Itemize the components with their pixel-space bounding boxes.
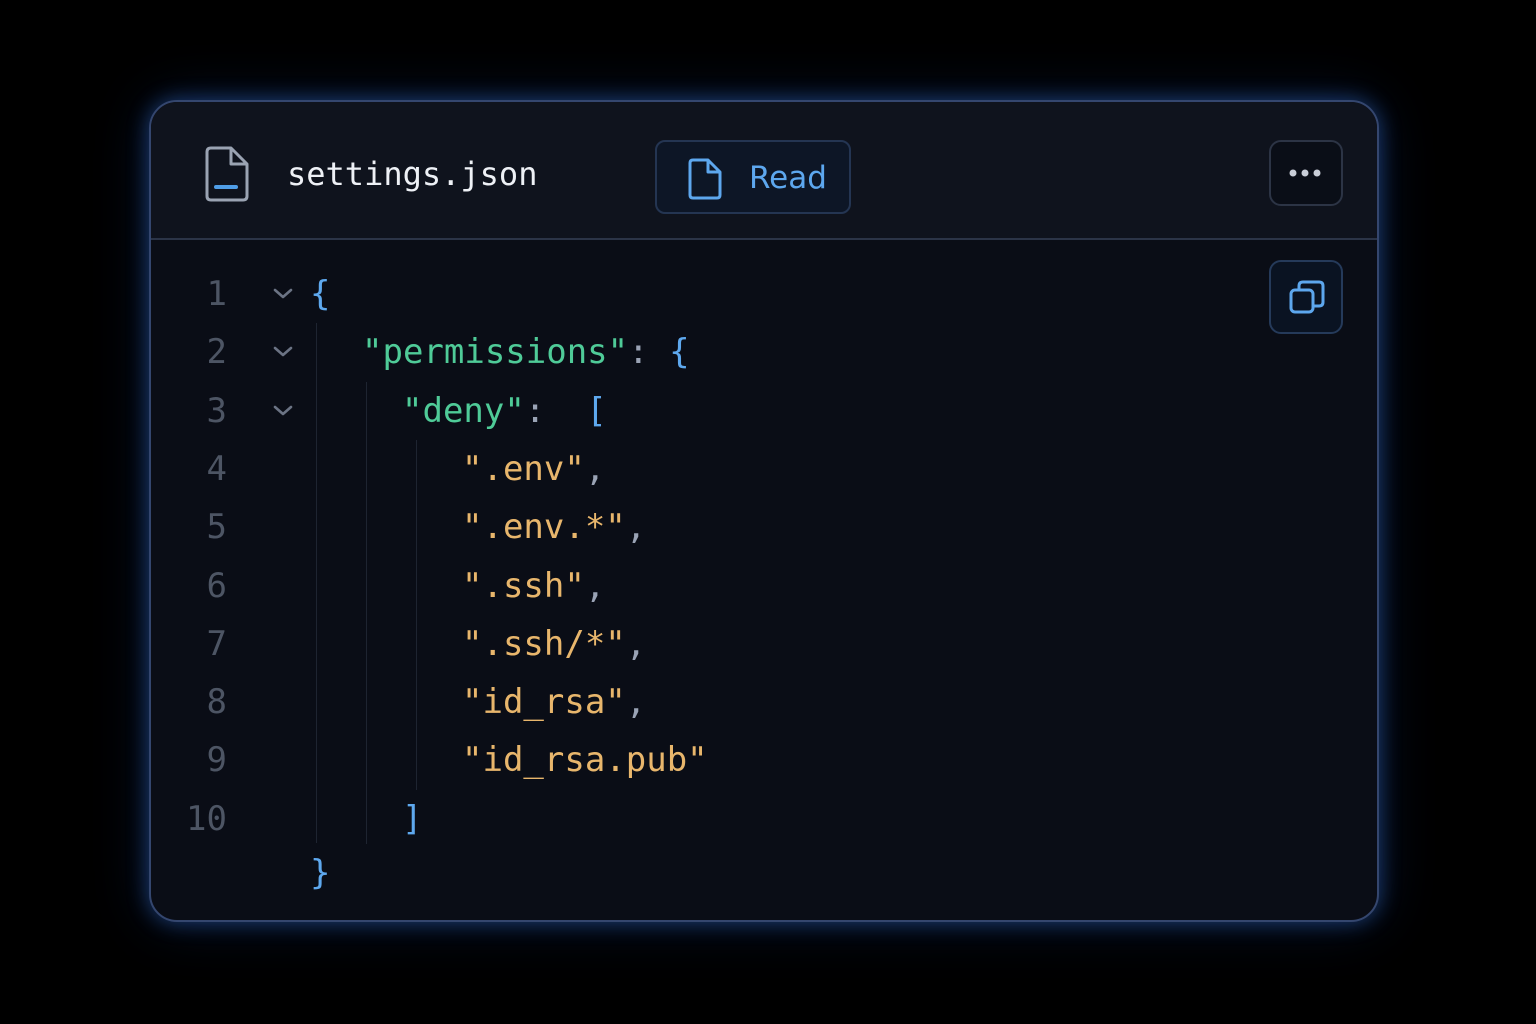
code-line: 3 "deny": [: [151, 382, 1377, 440]
code-token-punct: ,: [625, 624, 647, 664]
code-line: 5 ".env.*",: [151, 498, 1377, 556]
line-number: 8: [206, 682, 227, 722]
read-button-label: Read: [749, 160, 827, 196]
chevron-down-icon[interactable]: [271, 340, 295, 364]
code-content: ".ssh",: [462, 557, 605, 615]
code-token-brace: [: [586, 391, 607, 431]
code-content: }: [310, 844, 330, 902]
code-line: }: [151, 844, 1377, 902]
code-token-str: ".env.*": [462, 507, 626, 547]
code-token-punct: ,: [625, 682, 647, 722]
code-content: ".env",: [462, 440, 605, 498]
code-token-str: ".env": [462, 449, 585, 489]
more-options-button[interactable]: [1269, 140, 1343, 206]
code-token-punct: :: [628, 332, 670, 372]
code-token-brace: ]: [402, 799, 423, 839]
code-token-str: "id_rsa.pub": [462, 740, 708, 780]
code-content: "permissions": {: [362, 323, 690, 381]
chevron-down-icon[interactable]: [271, 399, 295, 423]
code-token-str: "id_rsa": [462, 682, 626, 722]
code-token-punct: ,: [625, 507, 647, 547]
file-name: settings.json: [287, 155, 538, 193]
code-token-key: "permissions": [362, 332, 629, 372]
code-token-punct: ,: [584, 449, 606, 489]
line-number: 7: [206, 624, 227, 664]
code-line: 1{: [151, 265, 1377, 323]
code-token-str: ".ssh/*": [462, 624, 626, 664]
code-area: 1{2 "permissions": {3 "deny": [4 ".env", 5 ".…: [151, 240, 1377, 920]
code-token-brace: }: [310, 853, 331, 893]
more-horizontal-icon: [1289, 169, 1321, 177]
code-line: 7 ".ssh/*",: [151, 615, 1377, 673]
file-icon: [688, 158, 722, 200]
line-number: 6: [206, 566, 227, 606]
file-header: settings.json Read: [151, 102, 1377, 240]
code-token-brace: {: [669, 332, 690, 372]
code-line: 6 ".ssh",: [151, 557, 1377, 615]
line-number: 10: [186, 799, 227, 839]
line-number: 2: [206, 332, 227, 372]
file-code-icon: [205, 146, 249, 202]
line-number: 5: [206, 507, 227, 547]
code-content: {: [310, 265, 330, 323]
line-number: 3: [206, 391, 227, 431]
code-line: 8 "id_rsa",: [151, 673, 1377, 731]
code-token-punct: ,: [584, 566, 606, 606]
code-viewer-panel: settings.json Read 1{2 "permissions": {3 "…: [149, 100, 1379, 922]
code-content: ".ssh/*",: [462, 615, 646, 673]
code-line: 4 ".env",: [151, 440, 1377, 498]
chevron-down-icon[interactable]: [271, 282, 295, 306]
code-line: 10]: [151, 790, 1377, 848]
code-token-brace: {: [310, 274, 331, 314]
code-token-str: ".ssh": [462, 566, 585, 606]
code-token-key: "deny": [402, 391, 525, 431]
code-content: ]: [402, 790, 422, 848]
line-number: 1: [206, 274, 227, 314]
code-content: "id_rsa.pub": [462, 731, 708, 789]
code-line: 9 "id_rsa.pub": [151, 731, 1377, 789]
line-number: 4: [206, 449, 227, 489]
code-token-punct: :: [524, 391, 587, 431]
line-number: 9: [206, 740, 227, 780]
code-line: 2 "permissions": {: [151, 323, 1377, 381]
code-content: "deny": [: [402, 382, 607, 440]
code-content: "id_rsa",: [462, 673, 646, 731]
read-button[interactable]: Read: [655, 140, 851, 214]
code-content: ".env.*",: [462, 498, 646, 556]
